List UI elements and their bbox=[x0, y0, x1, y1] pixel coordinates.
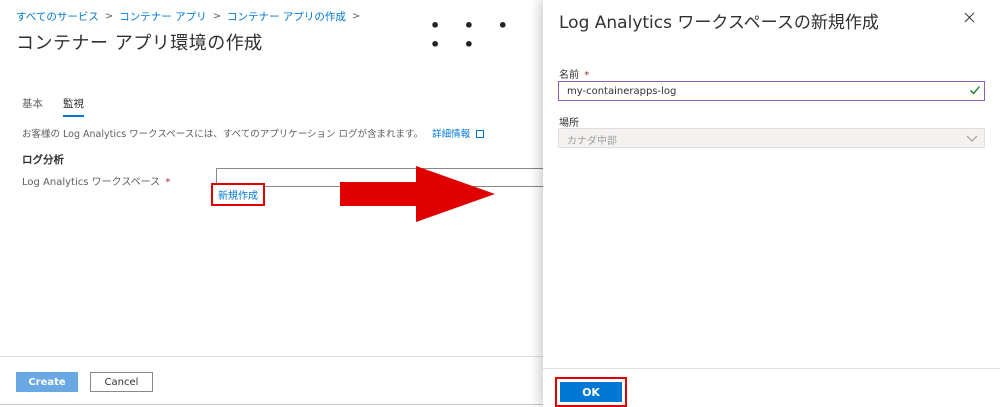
footer-divider bbox=[0, 356, 543, 357]
workspace-field-label: Log Analytics ワークスペース * bbox=[22, 173, 170, 188]
more-options-button[interactable]: … bbox=[243, 30, 258, 46]
learn-more-link[interactable]: 詳細情報 bbox=[432, 129, 470, 140]
breadcrumb-container-apps[interactable]: コンテナー アプリ bbox=[119, 9, 206, 24]
panel-footer-divider bbox=[543, 368, 1000, 369]
cancel-button[interactable]: Cancel bbox=[90, 372, 153, 392]
required-mark: * bbox=[165, 177, 171, 188]
checkmark-icon bbox=[970, 86, 980, 95]
chevron-right-icon: > bbox=[104, 11, 114, 22]
tab-monitoring[interactable]: 監視 bbox=[63, 96, 84, 117]
workspace-label-text: Log Analytics ワークスペース bbox=[22, 177, 161, 188]
chevron-right-icon: > bbox=[212, 11, 221, 22]
new-workspace-panel: Log Analytics ワークスペースの新規作成 名前 * 場所 カナダ中部… bbox=[543, 0, 1000, 407]
create-button[interactable]: Create bbox=[16, 372, 78, 392]
location-select: カナダ中部 bbox=[558, 128, 985, 148]
tab-basics[interactable]: 基本 bbox=[22, 96, 43, 117]
chevron-down-icon bbox=[966, 135, 978, 142]
create-environment-page: すべてのサービス > コンテナー アプリ > コンテナー アプリの作成 > コン… bbox=[0, 0, 546, 407]
panel-title: Log Analytics ワークスペースの新規作成 bbox=[559, 13, 879, 33]
breadcrumb-create-container-app[interactable]: コンテナー アプリの作成 bbox=[227, 9, 346, 24]
name-field-label: 名前 * bbox=[559, 66, 589, 81]
external-link-icon bbox=[476, 130, 485, 138]
breadcrumb-all-services[interactable]: すべてのサービス bbox=[16, 9, 99, 24]
close-icon[interactable] bbox=[961, 9, 979, 27]
ok-button-highlight: OK bbox=[555, 377, 627, 407]
decorative-dots: • • • • • bbox=[430, 16, 517, 54]
red-arrow-icon bbox=[340, 166, 495, 222]
ok-button[interactable]: OK bbox=[560, 382, 622, 402]
monitoring-description: お客様の Log Analytics ワークスペースには、すべてのアプリケーショ… bbox=[22, 126, 485, 140]
name-label-text: 名前 bbox=[559, 70, 579, 81]
log-analytics-section-title: ログ分析 bbox=[22, 154, 64, 166]
workspace-name-input[interactable] bbox=[558, 81, 985, 101]
location-field-label: 場所 bbox=[559, 114, 579, 129]
required-mark: * bbox=[584, 70, 590, 81]
description-text: お客様の Log Analytics ワークスペースには、すべてのアプリケーショ… bbox=[22, 129, 424, 140]
bottom-divider bbox=[0, 404, 543, 405]
breadcrumb: すべてのサービス > コンテナー アプリ > コンテナー アプリの作成 > bbox=[16, 9, 366, 24]
page-title: コンテナー アプリ環境の作成 bbox=[16, 33, 263, 54]
create-new-workspace-link[interactable]: 新規作成 bbox=[211, 183, 265, 206]
chevron-right-icon: > bbox=[351, 11, 361, 22]
tab-bar: 基本 監視 bbox=[22, 96, 84, 117]
